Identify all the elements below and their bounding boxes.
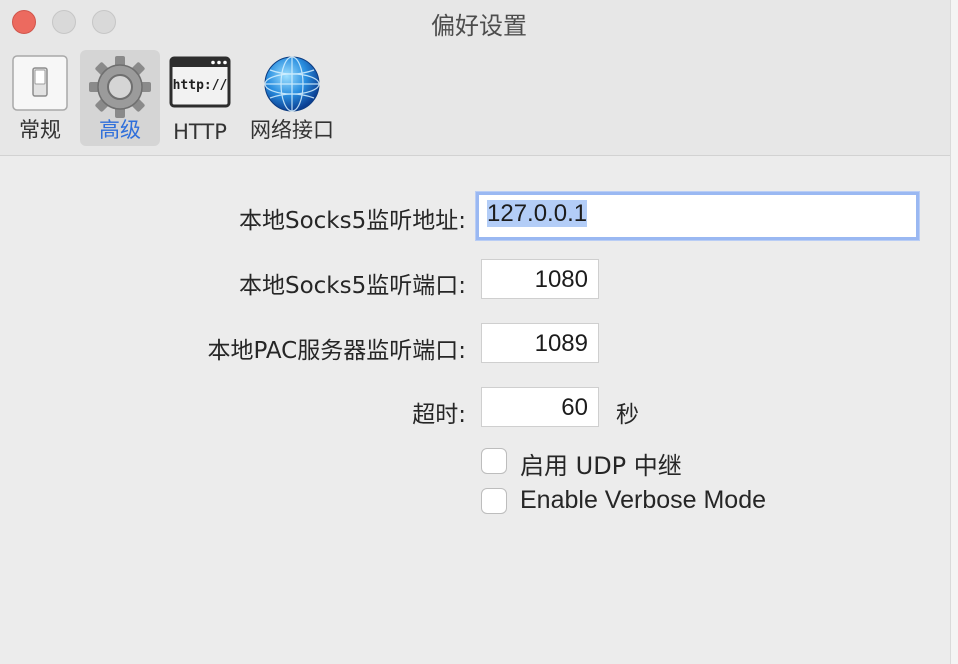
verbose-mode-label[interactable]: Enable Verbose Mode (520, 486, 766, 515)
svg-text:http://: http:// (173, 78, 228, 93)
timeout-label: 超时: (412, 402, 466, 428)
http-window-icon: http:// (169, 56, 231, 108)
udp-relay-checkbox[interactable] (481, 448, 507, 474)
socks5-address-label: 本地Socks5监听地址: (238, 208, 466, 234)
globe-icon (264, 56, 320, 112)
gear-icon (89, 56, 151, 118)
socks5-address-value: 127.0.0.1 (487, 200, 588, 227)
tab-network-interface[interactable]: 网络接口 (244, 50, 340, 146)
window-titlebar: 偏好设置 常规 高级 http:// HTTP 网络接口 (0, 0, 958, 156)
pac-port-input[interactable]: 1089 (481, 323, 599, 363)
verbose-mode-checkbox[interactable] (481, 488, 507, 514)
tab-http-label: HTTP (173, 120, 227, 144)
window-edge (950, 0, 958, 664)
timeout-unit: 秒 (616, 402, 639, 428)
socks5-address-input[interactable]: 127.0.0.1 (476, 192, 919, 240)
tab-advanced[interactable]: 高级 (80, 50, 160, 146)
socks5-port-label: 本地Socks5监听端口: (238, 273, 466, 299)
tab-network-interface-label: 网络接口 (250, 118, 334, 142)
socks5-port-input[interactable]: 1080 (481, 259, 599, 299)
pac-port-label: 本地PAC服务器监听端口: (207, 338, 466, 364)
tab-advanced-label: 高级 (99, 118, 141, 142)
window-title: 偏好设置 (431, 12, 527, 40)
tab-http[interactable]: http:// HTTP (164, 50, 236, 146)
switch-icon (12, 55, 68, 111)
advanced-settings-pane: 本地Socks5监听地址: 127.0.0.1 本地Socks5监听端口: 10… (0, 156, 958, 664)
timeout-input[interactable]: 60 (481, 387, 599, 427)
udp-relay-label[interactable]: 启用 UDP 中继 (520, 446, 682, 481)
tab-general[interactable]: 常规 (6, 50, 74, 146)
tab-general-label: 常规 (19, 118, 61, 142)
